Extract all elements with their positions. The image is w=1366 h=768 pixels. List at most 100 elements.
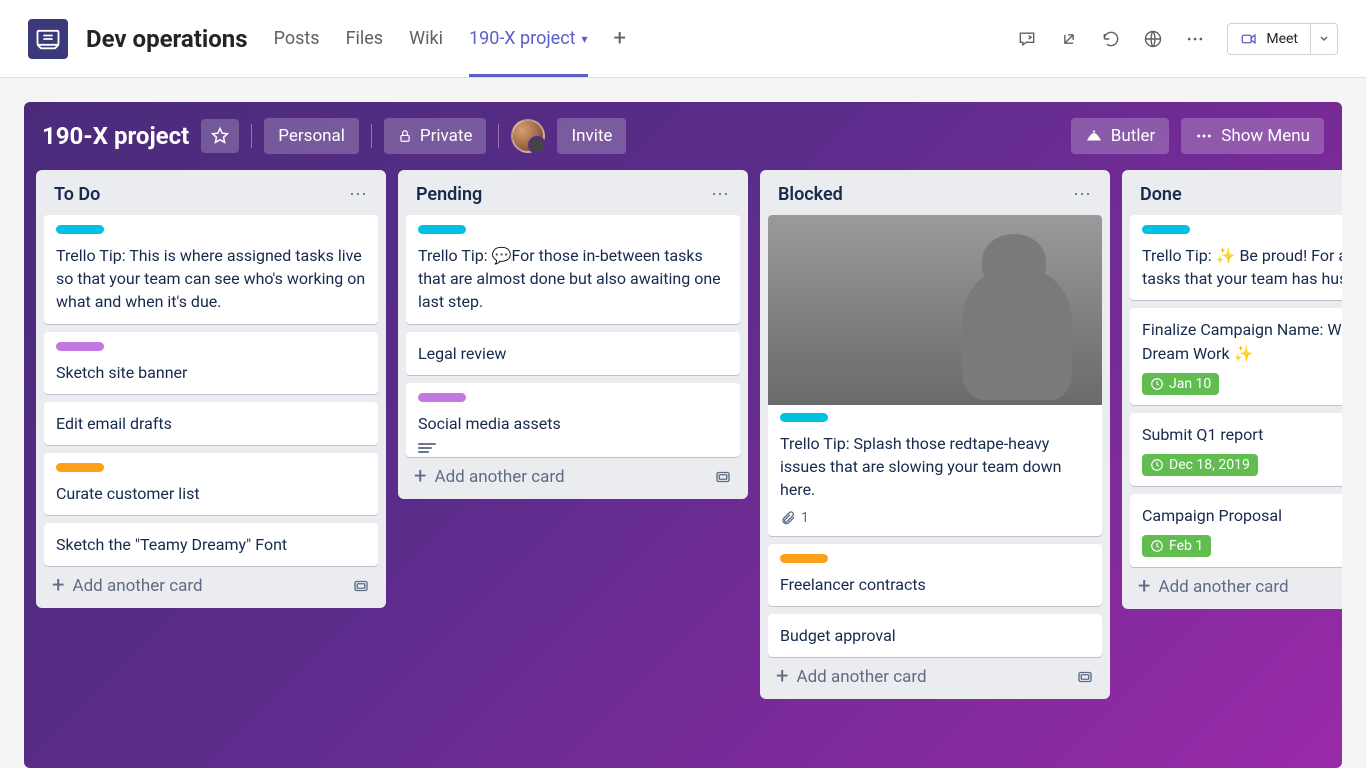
list: Pending⋯ Trello Tip: 💬For those in-betwee… <box>398 170 748 499</box>
card-text: Freelancer contracts <box>780 573 1090 596</box>
tab-files[interactable]: Files <box>346 0 384 77</box>
card[interactable]: Trello Tip: Splash those redtape-heavy i… <box>768 215 1102 536</box>
globe-icon[interactable] <box>1143 29 1163 49</box>
tab-posts[interactable]: Posts <box>274 0 320 77</box>
team-name: Dev operations <box>86 25 248 53</box>
personal-button[interactable]: Personal <box>264 118 359 154</box>
list-title[interactable]: Blocked <box>778 184 1073 205</box>
due-badge[interactable]: Dec 18, 2019 <box>1142 454 1258 476</box>
chevron-down-icon: ▾ <box>582 32 588 46</box>
card-text: Trello Tip: Splash those redtape-heavy i… <box>780 432 1090 502</box>
meet-dropdown[interactable] <box>1311 24 1337 54</box>
card-cover-image <box>768 215 1102 405</box>
card-template-icon[interactable] <box>1076 668 1094 686</box>
card-label[interactable] <box>418 393 466 402</box>
attachment-badge: 1 <box>780 510 809 526</box>
card-label[interactable] <box>56 463 104 472</box>
card-text: Trello Tip: 💬For those in-between tasks … <box>418 244 728 314</box>
add-tab-button[interactable]: + <box>614 26 626 51</box>
list: Blocked⋯ Trello Tip: Splash those redtape… <box>760 170 1110 699</box>
list: To Do⋯ Trello Tip: This is where assigned… <box>36 170 386 608</box>
card-text: Budget approval <box>780 624 1090 647</box>
board-header: 190-X project Personal Private Invite Bu… <box>24 102 1342 170</box>
team-logo <box>28 19 68 59</box>
topbar-actions: Meet <box>1017 23 1338 55</box>
card-text: Finalize Campaign Name: WeTeamUp Dream W… <box>1142 318 1342 364</box>
list-title[interactable]: Done <box>1140 184 1342 205</box>
card[interactable]: Freelancer contracts <box>768 544 1102 606</box>
card-text: Trello Tip: ✨ Be proud! For all your fin… <box>1142 244 1342 290</box>
reply-icon[interactable] <box>1017 29 1037 49</box>
due-badge[interactable]: Jan 10 <box>1142 373 1219 395</box>
card-template-icon[interactable] <box>714 468 732 486</box>
card[interactable]: Budget approval <box>768 614 1102 657</box>
butler-label: Butler <box>1111 126 1155 146</box>
card-text: Social media assets <box>418 412 728 435</box>
card[interactable]: Social media assets <box>406 383 740 457</box>
meet-label: Meet <box>1266 31 1298 47</box>
board-title[interactable]: 190-X project <box>42 122 189 150</box>
card-template-icon[interactable] <box>352 577 370 595</box>
card[interactable]: Sketch site banner <box>44 332 378 394</box>
video-icon <box>1240 30 1258 48</box>
channel-tabs: Posts Files Wiki 190-X project ▾ + <box>274 0 626 77</box>
card-text: Campaign Proposal <box>1142 504 1342 527</box>
butler-button[interactable]: Butler <box>1071 118 1169 154</box>
due-badge[interactable]: Feb 1 <box>1142 535 1211 557</box>
board-lists: To Do⋯Trello Tip: This is where assigned… <box>24 170 1342 766</box>
card[interactable]: Curate customer list <box>44 453 378 515</box>
list: Done⋯Trello Tip: ✨ Be proud! For all you… <box>1122 170 1342 609</box>
description-icon <box>418 443 436 447</box>
card-text: Legal review <box>418 342 728 365</box>
member-avatar[interactable] <box>511 119 545 153</box>
show-menu-button[interactable]: Show Menu <box>1181 118 1324 154</box>
popout-icon[interactable] <box>1059 29 1079 49</box>
card[interactable]: Trello Tip: ✨ Be proud! For all your fin… <box>1130 215 1342 300</box>
ellipsis-icon <box>1195 127 1213 145</box>
show-menu-label: Show Menu <box>1221 126 1310 146</box>
butler-icon <box>1085 127 1103 145</box>
card-text: Sketch the "Teamy Dreamy" Font <box>56 533 366 556</box>
card[interactable]: Edit email drafts <box>44 402 378 445</box>
teams-topbar: Dev operations Posts Files Wiki 190-X pr… <box>0 0 1366 78</box>
card-text: Submit Q1 report <box>1142 423 1342 446</box>
invite-button[interactable]: Invite <box>557 118 626 154</box>
trello-board: 190-X project Personal Private Invite Bu… <box>24 102 1342 768</box>
star-icon <box>211 127 229 145</box>
add-card-button[interactable]: +Add another card <box>52 576 342 596</box>
card-text: Trello Tip: This is where assigned tasks… <box>56 244 366 314</box>
card[interactable]: Trello Tip: This is where assigned tasks… <box>44 215 378 324</box>
list-menu-icon[interactable]: ⋯ <box>349 184 368 205</box>
card-label[interactable] <box>1142 225 1190 234</box>
card-label[interactable] <box>418 225 466 234</box>
add-card-button[interactable]: +Add another card <box>776 667 1066 687</box>
add-card-button[interactable]: +Add another card <box>1138 577 1342 597</box>
card-label[interactable] <box>56 342 104 351</box>
card-text: Sketch site banner <box>56 361 366 384</box>
meet-button[interactable]: Meet <box>1227 23 1338 55</box>
card-label[interactable] <box>780 554 828 563</box>
list-title[interactable]: To Do <box>54 184 349 205</box>
card[interactable]: Campaign Proposal Feb 1 <box>1130 494 1342 567</box>
card-text: Edit email drafts <box>56 412 366 435</box>
list-title[interactable]: Pending <box>416 184 711 205</box>
reload-icon[interactable] <box>1101 29 1121 49</box>
tab-wiki[interactable]: Wiki <box>409 0 443 77</box>
card-label[interactable] <box>780 413 828 422</box>
list-menu-icon[interactable]: ⋯ <box>1073 184 1092 205</box>
tab-trello-board[interactable]: 190-X project ▾ <box>469 0 588 77</box>
more-icon[interactable] <box>1185 29 1205 49</box>
add-card-button[interactable]: +Add another card <box>414 467 704 487</box>
card[interactable]: Sketch the "Teamy Dreamy" Font <box>44 523 378 566</box>
lock-icon <box>398 129 412 143</box>
card-label[interactable] <box>56 225 104 234</box>
card[interactable]: Legal review <box>406 332 740 375</box>
private-label: Private <box>420 126 473 146</box>
list-menu-icon[interactable]: ⋯ <box>711 184 730 205</box>
star-board-button[interactable] <box>201 119 239 153</box>
private-button[interactable]: Private <box>384 118 487 154</box>
card[interactable]: Trello Tip: 💬For those in-between tasks … <box>406 215 740 324</box>
card[interactable]: Finalize Campaign Name: WeTeamUp Dream W… <box>1130 308 1342 404</box>
tab-trello-label: 190-X project <box>469 28 576 49</box>
card[interactable]: Submit Q1 report Dec 18, 2019 <box>1130 413 1342 486</box>
